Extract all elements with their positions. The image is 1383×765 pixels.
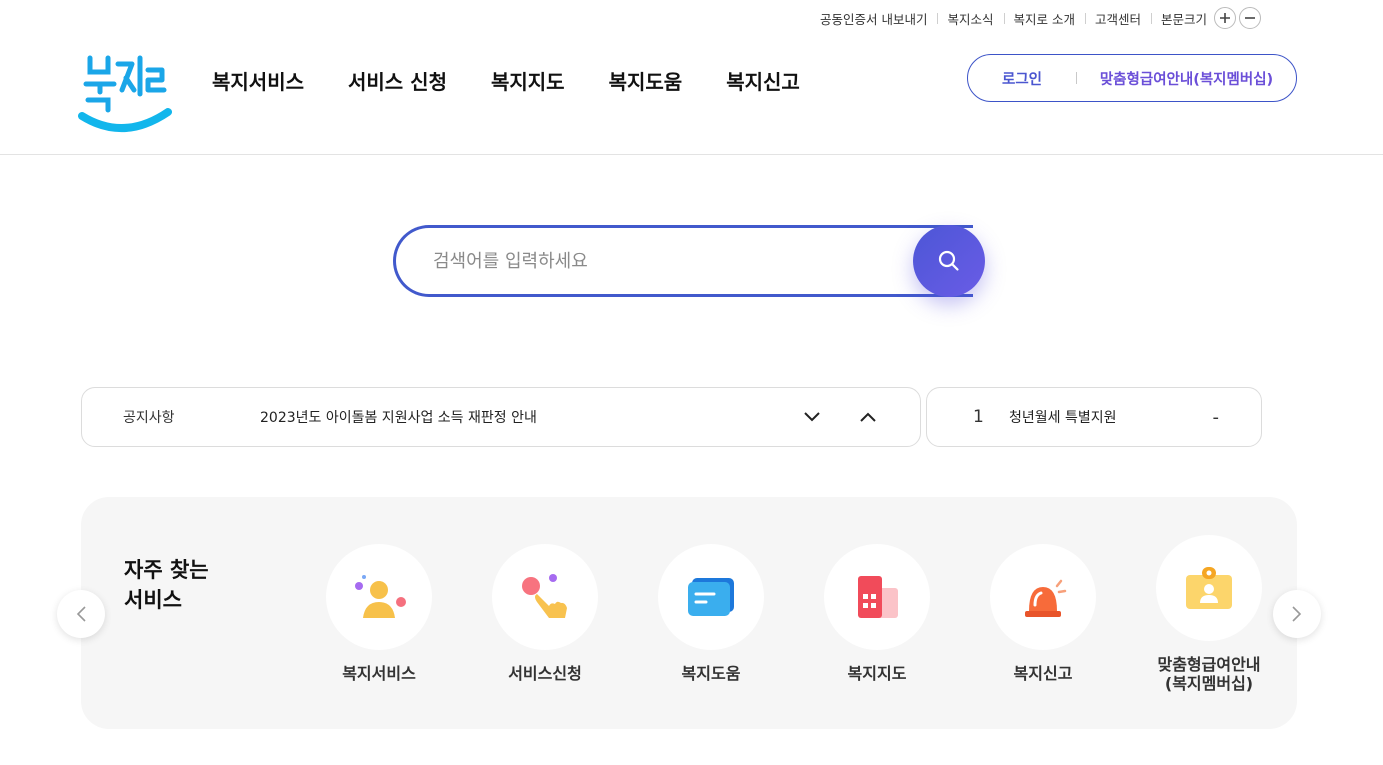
service-icon-circle xyxy=(492,544,598,650)
service-icon-circle xyxy=(990,544,1096,650)
frequent-title: 자주 찾는 서비스 xyxy=(124,555,209,615)
service-map[interactable]: 복지지도 xyxy=(797,544,957,683)
search-bar xyxy=(393,225,985,297)
carousel-next-button[interactable] xyxy=(1273,590,1321,638)
service-custom-benefit[interactable]: 맞춤형급여안내 (복지멤버십) xyxy=(1129,535,1289,693)
utility-bar: 공동인증서 내보내기 복지소식 복지로 소개 고객센터 본문크기 xyxy=(810,6,1262,30)
notice-prev-button[interactable] xyxy=(854,403,882,431)
font-increase-button[interactable] xyxy=(1214,7,1237,29)
minus-icon xyxy=(1245,17,1256,19)
service-report[interactable]: 복지신고 xyxy=(963,544,1123,683)
siren-icon xyxy=(1025,579,1067,617)
service-label-line1: 맞춤형급여안내 xyxy=(1157,655,1261,674)
rank-number: 1 xyxy=(973,407,984,427)
chat-bubble-icon xyxy=(688,578,734,616)
service-label-line2: (복지멤버십) xyxy=(1164,674,1254,693)
search-input[interactable] xyxy=(393,225,953,297)
news-link[interactable]: 복지소식 xyxy=(937,9,1003,28)
rank-text[interactable]: 청년월세 특별지원 xyxy=(1009,407,1213,427)
notice-label: 공지사항 xyxy=(123,410,175,426)
header: 복지서비스 서비스 신청 복지지도 복지도움 복지신고 로그인 맞춤형급여안내(… xyxy=(0,30,1383,155)
service-label: 복지신고 xyxy=(1013,664,1073,683)
site-logo[interactable] xyxy=(78,50,173,140)
chevron-up-icon xyxy=(860,412,876,422)
nav-welfare-service[interactable]: 복지서비스 xyxy=(212,66,304,95)
person-icon xyxy=(355,575,406,618)
nav-welfare-help[interactable]: 복지도움 xyxy=(609,66,683,95)
popular-ranking: 1 청년월세 특별지원 - xyxy=(926,387,1262,447)
service-help[interactable]: 복지도움 xyxy=(631,544,791,683)
service-label: 맞춤형급여안내 (복지멤버십) xyxy=(1129,655,1289,693)
about-link[interactable]: 복지로 소개 xyxy=(1003,9,1085,28)
notice-text[interactable]: 2023년도 아이돌봄 지원사업 소득 재판정 안내 xyxy=(260,407,798,427)
chevron-left-icon xyxy=(76,606,86,622)
service-welfare[interactable]: 복지서비스 xyxy=(299,544,459,683)
service-icon-circle xyxy=(658,544,764,650)
nav-welfare-report[interactable]: 복지신고 xyxy=(726,66,800,95)
nav-service-apply[interactable]: 서비스 신청 xyxy=(348,66,447,95)
hand-tap-icon xyxy=(522,574,567,618)
service-icon-circle xyxy=(1156,535,1262,641)
plus-icon xyxy=(1220,13,1231,23)
carousel-prev-button[interactable] xyxy=(57,590,105,638)
id-badge-icon xyxy=(1186,567,1232,609)
search-icon xyxy=(938,250,959,271)
frequent-title-line2: 서비스 xyxy=(124,588,182,612)
rank-change: - xyxy=(1212,406,1220,428)
login-button[interactable]: 로그인 xyxy=(968,68,1076,89)
search-button[interactable] xyxy=(913,225,985,297)
main-nav: 복지서비스 서비스 신청 복지지도 복지도움 복지신고 xyxy=(190,66,822,95)
frequent-services: 자주 찾는 서비스 복지서비스 서비스신청 복지도움 복지지도 복지신고 맞춤형… xyxy=(81,497,1297,729)
member-box: 로그인 맞춤형급여안내(복지멤버십) xyxy=(967,54,1297,102)
nav-welfare-map[interactable]: 복지지도 xyxy=(491,66,565,95)
font-size-label: 본문크기 xyxy=(1151,9,1211,28)
service-label: 복지서비스 xyxy=(342,664,416,683)
frequent-title-line1: 자주 찾는 xyxy=(124,558,209,582)
support-link[interactable]: 고객센터 xyxy=(1084,9,1151,28)
service-label: 복지지도 xyxy=(847,664,907,683)
service-icon-circle xyxy=(824,544,930,650)
custom-benefit-button[interactable]: 맞춤형급여안내(복지멤버십) xyxy=(1077,68,1296,89)
cert-export-link[interactable]: 공동인증서 내보내기 xyxy=(810,9,937,28)
bokjiro-logo-icon xyxy=(78,55,172,132)
notice-bar: 공지사항 2023년도 아이돌봄 지원사업 소득 재판정 안내 xyxy=(81,387,921,447)
notice-next-button[interactable] xyxy=(798,403,826,431)
building-icon xyxy=(858,576,898,618)
service-icon-circle xyxy=(326,544,432,650)
chevron-down-icon xyxy=(804,412,820,422)
service-label: 복지도움 xyxy=(681,664,741,683)
service-label: 서비스신청 xyxy=(508,664,582,683)
chevron-right-icon xyxy=(1292,606,1302,622)
font-decrease-button[interactable] xyxy=(1239,7,1262,29)
service-apply[interactable]: 서비스신청 xyxy=(465,544,625,683)
